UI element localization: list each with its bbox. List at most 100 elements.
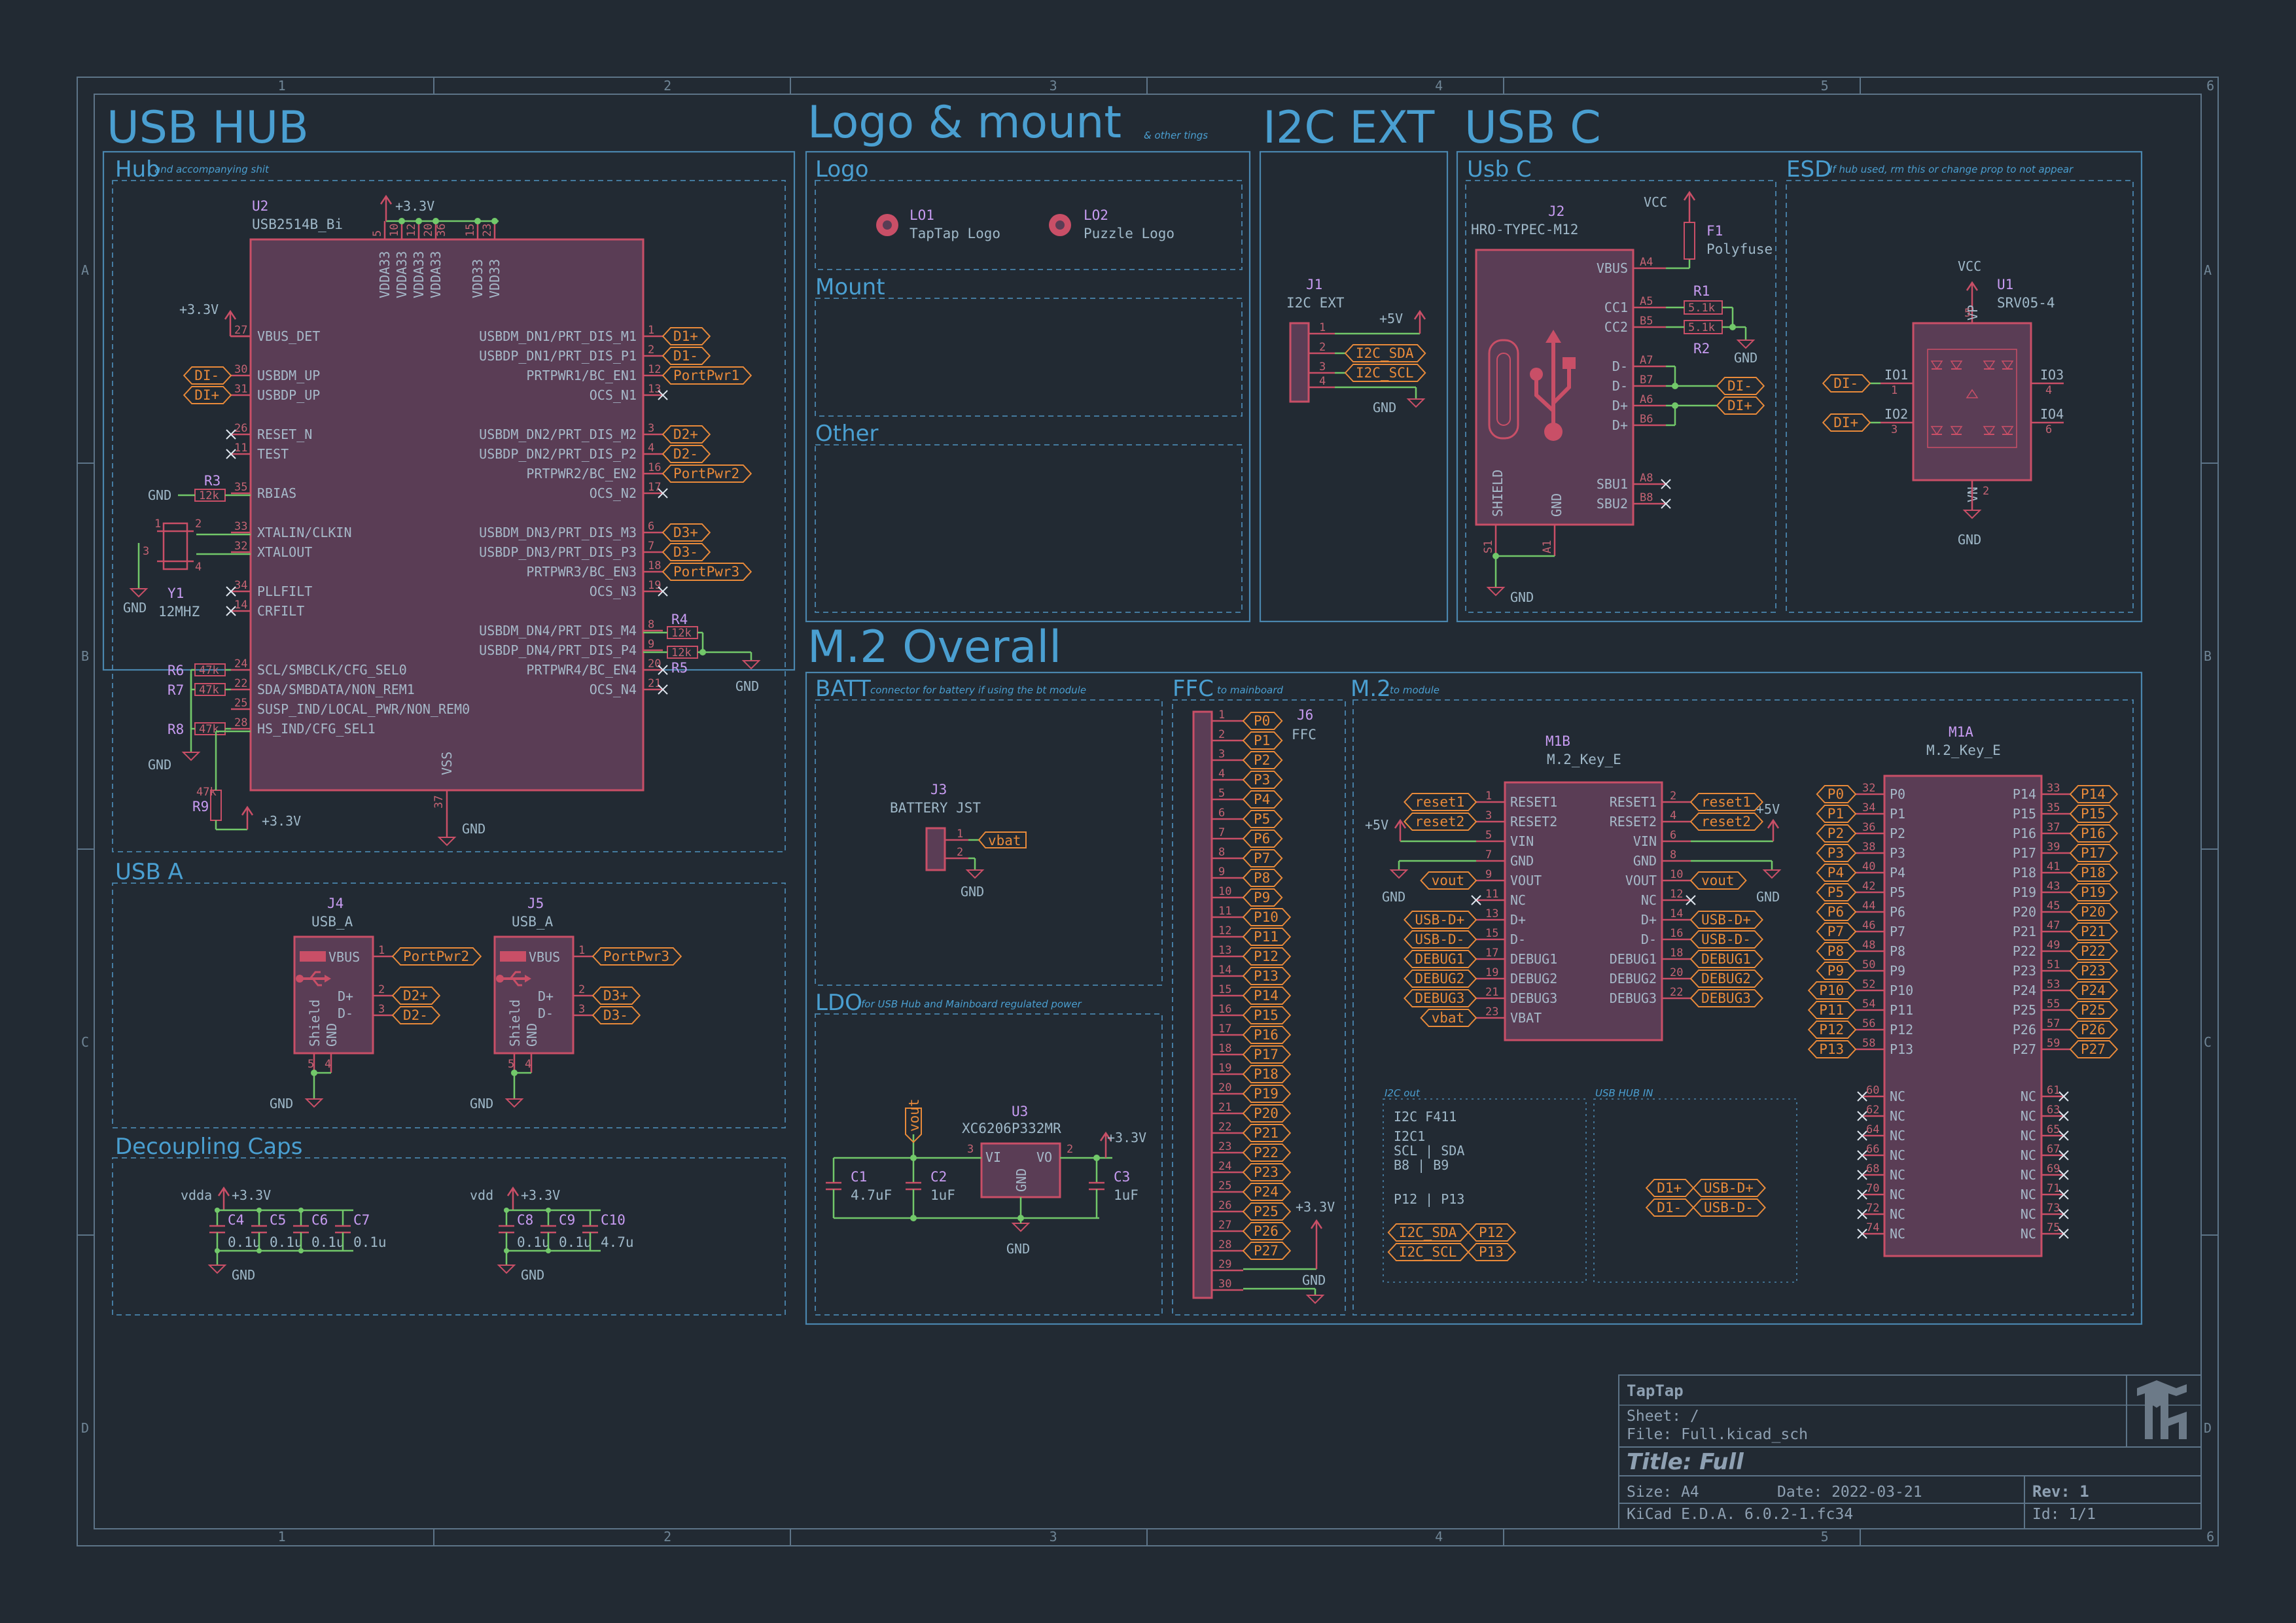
m1b-llabel-9: vout xyxy=(1432,873,1465,888)
m1a-nc-lpin-68: NC xyxy=(1890,1167,1905,1183)
j6-label-P11: P11 xyxy=(1254,929,1279,945)
usba-vbus-1: VBUS xyxy=(529,949,560,965)
j6-ref: J6 xyxy=(1297,707,1313,723)
j6-label-P27: P27 xyxy=(1254,1243,1279,1259)
i2c-out-p12: P12 xyxy=(1479,1225,1504,1240)
r9-ref: R9 xyxy=(192,799,209,814)
u2-ref: U2 xyxy=(252,198,268,214)
section-batt: BATT xyxy=(815,676,871,702)
m1a-nc-rpin-73: NC xyxy=(2021,1206,2036,1222)
ldo-cap-val-1: 1uF xyxy=(930,1187,955,1203)
hub-label-D1+: D1+ xyxy=(673,328,698,344)
u1-io4: IO4 xyxy=(2040,406,2064,422)
ldo-cap-val-0: 4.7uF xyxy=(851,1187,892,1203)
m1a-llabel-P5: P5 xyxy=(1828,884,1844,900)
j6-label-P13: P13 xyxy=(1254,968,1279,984)
usba-pin5-0: 5 xyxy=(308,1058,314,1071)
j6-p33: +3.3V xyxy=(1296,1199,1335,1215)
j1-ref: J1 xyxy=(1306,277,1322,292)
u1-io2: IO2 xyxy=(1884,406,1908,422)
m1a-rpin-33: P14 xyxy=(2013,786,2036,802)
m1a-llabel-P4: P4 xyxy=(1828,865,1844,881)
decap-ref-0-0: C4 xyxy=(228,1212,244,1228)
j6-pin-7: 7 xyxy=(1218,826,1225,839)
m1b-rnum-12: 12 xyxy=(1670,888,1683,901)
strap-r-val-0: 47k xyxy=(199,664,219,677)
m1b-rnum-22: 22 xyxy=(1670,986,1683,999)
decap-gnd-1: GND xyxy=(521,1267,544,1283)
m1a-rnum-59: 59 xyxy=(2047,1037,2060,1050)
m1b-lnum-3: 3 xyxy=(1485,809,1492,822)
usba-pin-1-3: 3 xyxy=(578,1003,585,1016)
u1-ref: U1 xyxy=(1997,277,2013,292)
j6-label-P15: P15 xyxy=(1254,1007,1279,1023)
j3-vbat-label: vbat xyxy=(988,833,1021,848)
m1a-llabel-P11: P11 xyxy=(1819,1002,1844,1018)
j6-label-P7: P7 xyxy=(1254,850,1270,866)
m1b-rlabel-14: USB-D+ xyxy=(1701,912,1751,928)
m1a-nc-lpin-60: NC xyxy=(1890,1089,1905,1104)
ldo-cap-val-2: 1uF xyxy=(1114,1187,1139,1203)
m1a-lnum-38: 38 xyxy=(1862,841,1875,854)
u2-right-num-5: 4 xyxy=(648,442,654,455)
m1b-rpin-8: GND xyxy=(1633,853,1657,869)
j2-num-8: B8 xyxy=(1640,491,1653,504)
j6-pin-25: 25 xyxy=(1218,1179,1231,1193)
u3-ref: U3 xyxy=(1012,1104,1028,1119)
lo1-ref: LO1 xyxy=(910,207,934,223)
u2-top-num-0: 5 xyxy=(371,230,384,237)
m1b-lnum-5: 5 xyxy=(1485,829,1492,842)
u2-vss-num: 37 xyxy=(433,795,446,809)
m1b-rpin-20: DEBUG2 xyxy=(1610,971,1657,986)
j1-pin-4: 4 xyxy=(1319,375,1326,388)
j6-pin-1: 1 xyxy=(1218,708,1225,722)
col-bottom-4: 4 xyxy=(1435,1529,1443,1544)
u2-left-num-6: 33 xyxy=(234,520,247,533)
j6-pin-26: 26 xyxy=(1218,1199,1231,1212)
m1a-nc-lnum-70: 70 xyxy=(1866,1182,1879,1195)
j2-pin-2: CC2 xyxy=(1604,319,1628,335)
u3-pin3: 3 xyxy=(967,1143,974,1156)
col-bottom-3: 3 xyxy=(1050,1529,1057,1544)
m1a-lnum-32: 32 xyxy=(1862,782,1875,795)
m1b-rlabel-4: reset2 xyxy=(1701,814,1751,829)
u2-right-num-14: 20 xyxy=(648,657,661,671)
m1b-llabel-23: vbat xyxy=(1432,1010,1465,1026)
j6-label-P4: P4 xyxy=(1254,792,1270,807)
u2-right-pin-9: USBDP_DN3/PRT_DIS_P3 xyxy=(479,544,637,560)
u2-top-pin-5: VDD33 xyxy=(487,259,503,298)
j6-value: FFC xyxy=(1292,727,1316,742)
j6-label-P10: P10 xyxy=(1254,909,1279,925)
m1b-rpin-6: VIN xyxy=(1633,833,1657,849)
section-ldo: LDO xyxy=(815,990,862,1016)
u2-left-num-7: 32 xyxy=(234,540,247,553)
m1b-lnum-15: 15 xyxy=(1485,927,1498,940)
u2-right-num-6: 16 xyxy=(648,461,661,474)
m1a-llabel-P7: P7 xyxy=(1828,924,1844,939)
f1-ref: F1 xyxy=(1706,223,1723,239)
usba-ref-1: J5 xyxy=(527,896,544,911)
u2-right-pin-10: PRTPWR3/BC_EN3 xyxy=(526,564,637,580)
section-usb-a: USB A xyxy=(115,859,183,885)
m1a-rlabel-P20: P20 xyxy=(2081,904,2106,920)
j6-pin-8: 8 xyxy=(1218,846,1225,859)
m1a-llabel-P9: P9 xyxy=(1828,963,1844,979)
tb-tool: KiCad E.D.A. 6.0.2-1.fc34 xyxy=(1627,1506,1853,1523)
u1-num1: 1 xyxy=(1891,384,1898,397)
usba-ref-0: J4 xyxy=(327,896,344,911)
m1a-rlabel-P16: P16 xyxy=(2081,826,2106,841)
u2-right-pin-1: USBDP_DN1/PRT_DIS_P1 xyxy=(479,348,637,364)
j1-pin-1: 1 xyxy=(1319,321,1326,334)
m1a-rlabel-P21: P21 xyxy=(2081,924,2106,939)
usba-vbus-0: VBUS xyxy=(328,949,360,965)
m1b-p5-right: +5V xyxy=(1756,801,1780,817)
tb-sheet: Sheet: / xyxy=(1627,1408,1699,1425)
m1a-lpin-44: P6 xyxy=(1890,904,1905,920)
hubin-usbdm: USB-D- xyxy=(1704,1200,1754,1215)
m1b-lpin-15: D- xyxy=(1510,932,1526,947)
section-ffc: FFC xyxy=(1173,676,1214,702)
tb-file: File: Full.kicad_sch xyxy=(1627,1426,1808,1443)
lo1-value: TapTap Logo xyxy=(910,226,1000,241)
section-other: Other xyxy=(815,421,879,447)
m1a-rpin-49: P22 xyxy=(2013,943,2036,959)
